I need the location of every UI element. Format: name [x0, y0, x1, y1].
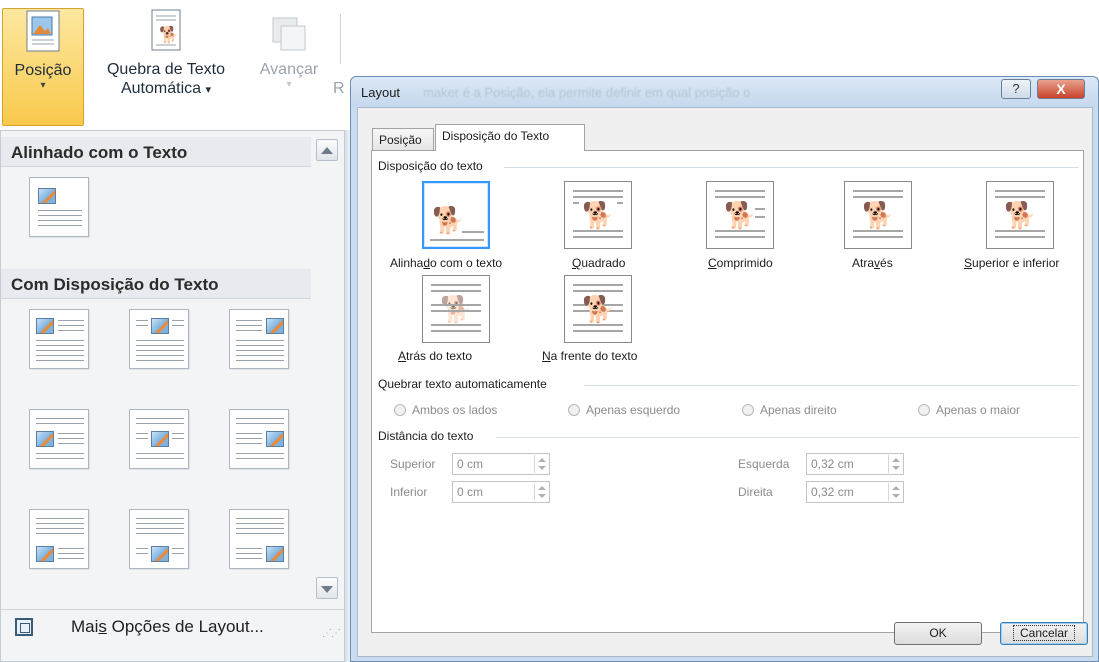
word-layout-screen: Posição ▾ 🐕 Quebra de Texto Automática ▾… [0, 0, 1099, 662]
gallery-item-top-left[interactable] [29, 309, 89, 369]
chevron-down-icon [321, 586, 333, 593]
text-wrap-icon: 🐕 [151, 9, 181, 51]
gallery-item-middle-right[interactable] [229, 409, 289, 469]
spin-arrows-icon[interactable] [888, 483, 902, 501]
distance-right-label: Direita [738, 485, 773, 499]
tab-text-wrapping[interactable]: Disposição do Texto [435, 124, 585, 151]
radio-circle [742, 404, 754, 416]
bring-forward-icon [272, 17, 306, 51]
help-button[interactable]: ? [1001, 79, 1031, 99]
more-layout-options-item[interactable]: Mais Opções de Layout... ⋰⋰ [1, 609, 344, 643]
wrap-label-tight: Comprimido [708, 256, 773, 270]
gallery-item-middle-left[interactable] [29, 409, 89, 469]
resize-grip-icon[interactable]: ⋰⋰ [322, 628, 341, 639]
gallery-item-top-right[interactable] [229, 309, 289, 369]
tab-position[interactable]: Posição [372, 128, 434, 150]
wrap-option-top-bottom[interactable]: 🐕 [986, 181, 1054, 249]
distance-group-label: Distância do texto [378, 429, 474, 443]
wrap-label-top-bottom: Superior e inferior [964, 256, 1060, 270]
dog-icon: 🐕 [724, 200, 757, 230]
dog-icon: 🐕 [862, 200, 895, 230]
gallery-header-wrap: Com Disposição do Texto [1, 269, 311, 299]
distance-bottom-label: Inferior [390, 485, 428, 499]
gallery-header-inline: Alinhado com o Texto [1, 137, 311, 167]
dialog-title: Layout [361, 85, 401, 100]
chevron-down-icon: ▾ [40, 80, 46, 91]
gallery-item-bottom-center[interactable] [129, 509, 189, 569]
text-wrap-label-line1: Quebra de Texto [106, 61, 225, 78]
position-gallery: Alinhado com o Texto Com Disposição do T… [0, 130, 345, 662]
wrap-label-behind-text: Atrás do texto [398, 349, 473, 363]
ribbon-divider [340, 14, 341, 64]
gallery-item-top-center[interactable] [129, 309, 189, 369]
radio-both-sides[interactable]: Ambos os lados [394, 403, 497, 417]
wrap-option-square[interactable]: 🐕 [564, 181, 632, 249]
dialog-titlebar[interactable]: Layout maker é a Posição, ela permite de… [351, 77, 1098, 107]
radio-circle [568, 404, 580, 416]
radio-circle [918, 404, 930, 416]
gallery-item-bottom-left[interactable] [29, 509, 89, 569]
bring-forward-button[interactable]: Avançar ▾ [248, 8, 330, 126]
group-divider [496, 437, 1079, 438]
dialog-body: Posição Disposição do Texto Disposição d… [357, 107, 1093, 657]
truncated-ribbon-label: R [333, 80, 345, 97]
distance-top-input[interactable]: 0 cm [452, 453, 550, 475]
radio-circle [394, 404, 406, 416]
group-divider [584, 385, 1079, 386]
layout-dialog: Layout maker é a Posição, ela permite de… [350, 76, 1099, 662]
wrap-label-through: Através [852, 256, 893, 270]
wrap-label-inline: Alinhado com o texto [390, 256, 503, 270]
spin-arrows-icon[interactable] [534, 483, 548, 501]
distance-top-label: Superior [390, 457, 436, 471]
svg-text:🐕: 🐕 [159, 25, 179, 44]
spin-arrows-icon[interactable] [534, 455, 548, 473]
ok-button[interactable]: OK [894, 622, 982, 645]
gallery-item-middle-center[interactable] [129, 409, 189, 469]
position-button[interactable]: Posição ▾ [2, 8, 84, 126]
dog-icon: 🐕 [440, 294, 473, 324]
text-wrapping-panel: Disposição do texto 🐕 Alinhado com o tex… [371, 150, 1084, 633]
bring-forward-label: Avançar [259, 61, 319, 78]
close-button[interactable]: X [1037, 79, 1085, 99]
scroll-up-button[interactable] [316, 139, 338, 161]
cancel-button[interactable]: Cancelar [1000, 622, 1088, 645]
break-group-label: Quebrar texto automaticamente [378, 377, 547, 391]
wrap-option-through[interactable]: 🐕 [844, 181, 912, 249]
dog-icon: 🐕 [582, 294, 615, 324]
chevron-up-icon [321, 147, 333, 154]
radio-largest-only[interactable]: Apenas o maior [918, 403, 1020, 417]
spin-arrows-icon[interactable] [888, 455, 902, 473]
distance-bottom-input[interactable]: 0 cm [452, 481, 550, 503]
background-document-text: maker é a Posição, ela permite definir e… [423, 85, 751, 100]
radio-right-only[interactable]: Apenas direito [742, 403, 837, 417]
radio-left-only[interactable]: Apenas esquerdo [568, 403, 680, 417]
ribbon-arrange-group: Posição ▾ 🐕 Quebra de Texto Automática ▾… [0, 0, 345, 138]
chevron-down-icon: ▾ [286, 79, 292, 90]
text-wrap-button[interactable]: 🐕 Quebra de Texto Automática ▾ [86, 8, 246, 126]
wrap-option-in-front-of-text[interactable]: 🐕 [564, 275, 632, 343]
distance-right-input[interactable]: 0,32 cm [806, 481, 904, 503]
dog-icon: 🐕 [582, 200, 615, 230]
wrap-label-square: Quadrado [572, 256, 626, 270]
wrap-label-in-front-of-text: Na frente do texto [542, 349, 638, 363]
wrap-option-tight[interactable]: 🐕 [706, 181, 774, 249]
group-divider [504, 167, 1079, 168]
position-icon [26, 10, 60, 52]
gallery-item-bottom-right[interactable] [229, 509, 289, 569]
position-label: Posição [14, 62, 72, 79]
wrap-group-label: Disposição do texto [378, 159, 483, 173]
scroll-down-button[interactable] [316, 577, 338, 599]
layout-options-icon [15, 618, 33, 636]
dog-icon: 🐕 [432, 205, 465, 235]
gallery-scrollbar[interactable] [316, 139, 340, 599]
wrap-option-inline[interactable]: 🐕 [422, 181, 490, 249]
distance-left-input[interactable]: 0,32 cm [806, 453, 904, 475]
text-wrap-label-line2: Automática ▾ [120, 80, 212, 97]
distance-left-label: Esquerda [738, 457, 790, 471]
dog-icon: 🐕 [1004, 200, 1037, 230]
gallery-item-inline[interactable] [29, 177, 89, 237]
wrap-option-behind-text[interactable]: 🐕 [422, 275, 490, 343]
